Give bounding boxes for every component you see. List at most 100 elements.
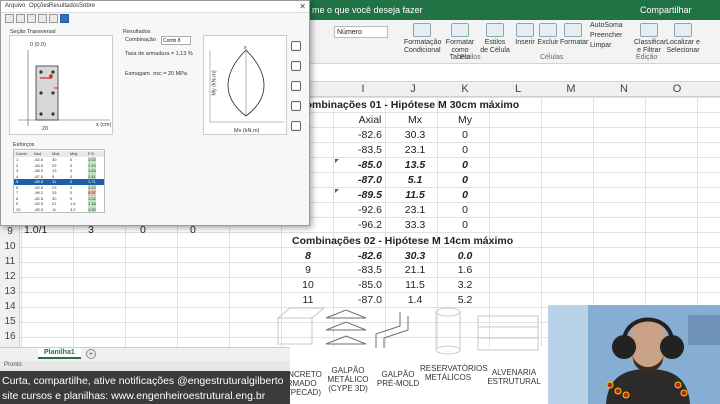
cell-mx[interactable]: 33.3 bbox=[400, 219, 430, 231]
cell-axial[interactable]: -92.6 bbox=[350, 204, 390, 216]
cell-my[interactable]: 0 bbox=[450, 204, 480, 216]
load-icon[interactable] bbox=[291, 101, 301, 111]
save-icon[interactable] bbox=[27, 14, 36, 23]
section-title[interactable]: Combinações 01 - Hipótese M 30cm máximo bbox=[298, 99, 519, 111]
rebar-icon[interactable] bbox=[291, 81, 301, 91]
cell-mx[interactable]: 21.1 bbox=[400, 264, 430, 276]
cell-my[interactable]: 0 bbox=[450, 174, 480, 186]
cell-my[interactable]: 0 bbox=[450, 144, 480, 156]
section-icon[interactable] bbox=[291, 61, 301, 71]
delete-button[interactable]: Excluir bbox=[537, 23, 559, 47]
row-header[interactable]: 15 bbox=[0, 316, 20, 327]
promo-line-2: site cursos e planilhas: www.engenheiroe… bbox=[2, 390, 266, 402]
cell-axial[interactable]: -96.2 bbox=[350, 219, 390, 231]
sort-filter-button[interactable]: Classificar e Filtrar bbox=[634, 23, 666, 54]
cell-my[interactable]: 0 bbox=[450, 129, 480, 141]
group-cells: Células bbox=[540, 54, 564, 61]
interaction-diagram: x Mx (kN.m) My (kN.m) bbox=[203, 35, 287, 135]
presenter-image bbox=[548, 305, 720, 404]
cell-axial[interactable]: -85.0 bbox=[350, 279, 390, 291]
cell-my[interactable]: 3.2 bbox=[450, 279, 480, 291]
stress-text: Esmagam. σsc = 20 MPa bbox=[125, 71, 187, 77]
group-styles: Estilos bbox=[460, 54, 481, 61]
cell-mx[interactable]: 13.5 bbox=[400, 159, 430, 171]
cell-mx[interactable]: 5.1 bbox=[400, 174, 430, 186]
menu-about[interactable]: Sobre bbox=[79, 3, 95, 9]
section-title[interactable]: Combinações 02 - Hipótese M 14cm máximo bbox=[292, 235, 513, 247]
number-format-dropdown[interactable]: Número bbox=[334, 26, 388, 38]
cell-axial[interactable]: -82.6 bbox=[350, 129, 390, 141]
insert-button[interactable]: Inserir bbox=[514, 23, 536, 47]
row-header[interactable]: 13 bbox=[0, 286, 20, 297]
find-select-button[interactable]: Localizar e Selecionar bbox=[666, 23, 700, 54]
cell-axial[interactable]: -87.0 bbox=[350, 174, 390, 186]
column-header[interactable]: O bbox=[662, 83, 692, 95]
cell-mx[interactable]: 30.3 bbox=[400, 129, 430, 141]
status-text: Pronto bbox=[4, 362, 22, 368]
cell-axial[interactable]: -83.5 bbox=[350, 144, 390, 156]
row-header[interactable]: 16 bbox=[0, 331, 20, 342]
cell-styles-button[interactable]: Estilos de Célula bbox=[480, 23, 510, 54]
row-header[interactable]: 14 bbox=[0, 301, 20, 312]
fill-button[interactable]: Preencher bbox=[590, 32, 622, 39]
results-title: Resultados bbox=[123, 29, 151, 35]
column-header[interactable]: J bbox=[398, 83, 428, 95]
row-header[interactable]: 10 bbox=[0, 241, 20, 252]
menu-options[interactable]: Opções bbox=[29, 3, 50, 9]
cell-axial[interactable]: -83.5 bbox=[350, 264, 390, 276]
course-logos: CONCRETO ARMADO (CYPECAD) GALPÃO METÁLIC… bbox=[270, 300, 550, 404]
format-button[interactable]: Formatar bbox=[560, 23, 588, 47]
column-header[interactable]: N bbox=[609, 83, 639, 95]
row-header[interactable]: 12 bbox=[0, 271, 20, 282]
error-flag-icon bbox=[335, 159, 339, 163]
sheet-tab[interactable]: Planilha1 bbox=[38, 348, 81, 359]
cell-my[interactable]: 0 bbox=[450, 219, 480, 231]
cell-mx[interactable]: 30.3 bbox=[400, 250, 430, 262]
tell-me-box[interactable]: me o que você deseja fazer bbox=[312, 5, 423, 15]
cell-my[interactable]: 1.6 bbox=[450, 264, 480, 276]
column-icon[interactable] bbox=[291, 41, 301, 51]
report-icon[interactable] bbox=[291, 121, 301, 131]
new-file-icon[interactable] bbox=[5, 14, 14, 23]
cut-icon[interactable] bbox=[49, 14, 58, 23]
cell-comb[interactable]: 8 bbox=[298, 250, 318, 262]
column-header[interactable]: M bbox=[556, 83, 586, 95]
open-file-icon[interactable] bbox=[16, 14, 25, 23]
column-design-app-window: Arquivo Opções Resultados Sobre ✕ Seção … bbox=[0, 0, 310, 226]
cell-my[interactable]: 0 bbox=[450, 189, 480, 201]
share-button[interactable]: Compartilhar bbox=[640, 5, 692, 15]
column-header[interactable]: L bbox=[503, 83, 533, 95]
menu-file[interactable]: Arquivo bbox=[5, 3, 25, 9]
cell-mx[interactable]: 11.5 bbox=[400, 279, 430, 291]
print-icon[interactable] bbox=[38, 14, 47, 23]
cell-my[interactable]: 0 bbox=[450, 159, 480, 171]
row-header[interactable]: 9 bbox=[0, 226, 20, 237]
add-sheet-icon[interactable]: + bbox=[86, 349, 96, 359]
cell-axial[interactable]: -85.0 bbox=[350, 159, 390, 171]
column-header[interactable]: K bbox=[450, 83, 480, 95]
cell-comb[interactable]: 9 bbox=[298, 264, 318, 276]
table-row[interactable]: 10 -85.0 11 3.2 1.32 bbox=[14, 206, 104, 212]
column-header[interactable]: I bbox=[348, 83, 378, 95]
function-icon[interactable] bbox=[60, 14, 69, 23]
clear-button[interactable]: Limpar bbox=[590, 42, 611, 49]
cell-my[interactable]: 0.0 bbox=[450, 250, 480, 262]
cell-mx[interactable]: 11.5 bbox=[400, 189, 430, 201]
cell-mx[interactable]: 23.1 bbox=[400, 144, 430, 156]
autosum-button[interactable]: AutoSoma bbox=[590, 22, 623, 29]
menu-results[interactable]: Resultados bbox=[49, 3, 79, 9]
conditional-formatting-button[interactable]: Formatação Condicional bbox=[404, 23, 441, 54]
promo-line-1: Curta, compartilhe, ative notificações @… bbox=[2, 375, 284, 387]
cell-axial[interactable]: -89.5 bbox=[350, 189, 390, 201]
column-label-my[interactable]: My bbox=[450, 114, 480, 126]
column-label-mx[interactable]: Mx bbox=[400, 114, 430, 126]
course-label-precast-shed: GALPÃO PRÉ-MOLD bbox=[376, 370, 420, 389]
insert-icon bbox=[516, 23, 534, 37]
combination-select[interactable]: Comb 8 bbox=[161, 36, 191, 45]
column-label-axial[interactable]: Axial bbox=[350, 114, 390, 126]
cell-mx[interactable]: 23.1 bbox=[400, 204, 430, 216]
cell-comb[interactable]: 10 bbox=[298, 279, 318, 291]
row-header[interactable]: 11 bbox=[0, 256, 20, 267]
close-icon[interactable]: ✕ bbox=[299, 2, 306, 11]
cell-axial[interactable]: -82.6 bbox=[350, 250, 390, 262]
